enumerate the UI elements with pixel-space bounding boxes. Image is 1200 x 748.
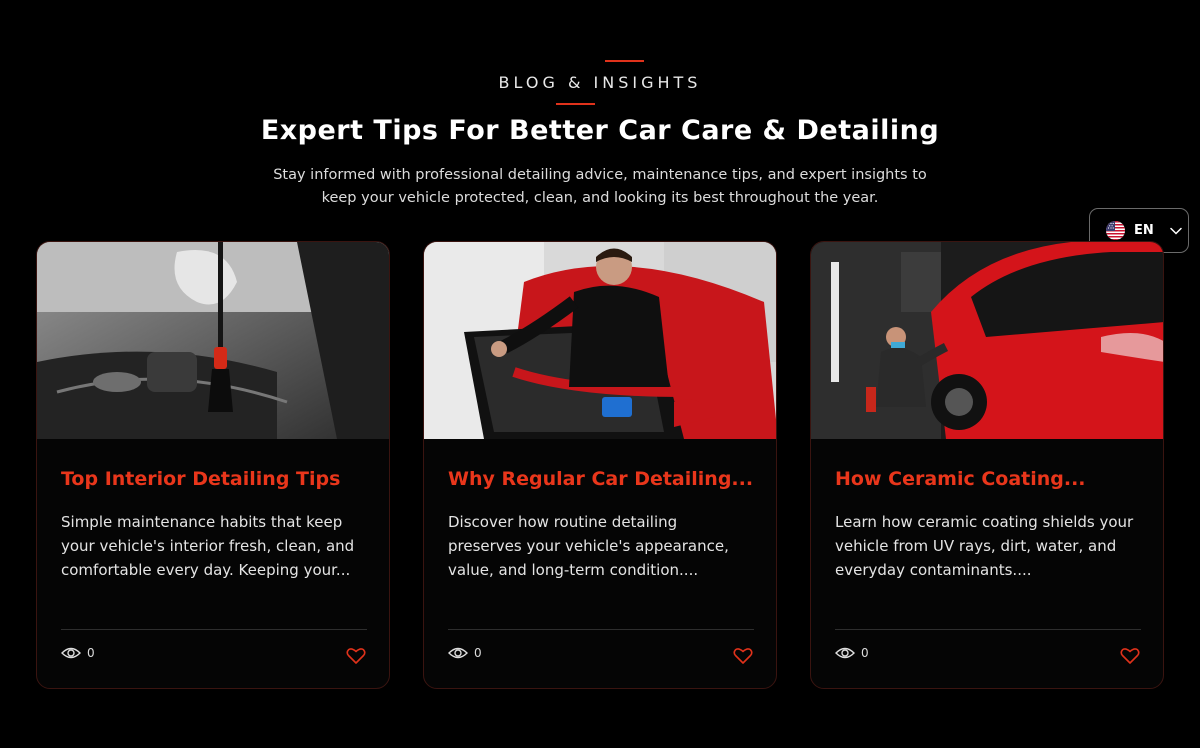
views-count: 0: [861, 646, 869, 660]
card-divider: [835, 629, 1141, 630]
views-counter: 0: [61, 646, 95, 660]
card-title[interactable]: Why Regular Car Detailing...: [448, 468, 758, 490]
subtitle-line-1: Stay informed with professional detailin…: [273, 167, 927, 183]
card-divider: [448, 629, 754, 630]
section-eyebrow: BLOG & INSIGHTS: [498, 73, 702, 92]
views-count: 0: [87, 646, 95, 660]
card-description: Discover how routine detailing preserves…: [448, 513, 729, 579]
card-description: Simple maintenance habits that keep your…: [61, 513, 355, 579]
eye-icon: [448, 647, 468, 659]
eye-icon: [61, 647, 81, 659]
card-title[interactable]: Top Interior Detailing Tips: [61, 468, 371, 490]
us-flag-icon: [1106, 221, 1125, 240]
eye-icon: [835, 647, 855, 659]
views-counter: 0: [835, 646, 869, 660]
heart-icon[interactable]: [1119, 645, 1141, 667]
language-label: EN: [1134, 223, 1154, 238]
subtitle-line-2: keep your vehicle protected, clean, and …: [321, 190, 879, 206]
interior-brush-photo[interactable]: [37, 242, 389, 439]
views-counter: 0: [448, 646, 482, 660]
views-count: 0: [474, 646, 482, 660]
section-subtitle: Stay informed with professional detailin…: [260, 164, 940, 210]
card-description: Learn how ceramic coating shields your v…: [835, 513, 1134, 579]
card-title[interactable]: How Ceramic Coating...: [835, 468, 1145, 490]
heart-icon[interactable]: [732, 645, 754, 667]
eyebrow-bottom-accent-line: [556, 103, 595, 105]
eyebrow-top-accent-line: [605, 60, 644, 62]
door-cleaning-photo[interactable]: [424, 242, 776, 439]
chevron-down-icon: [1170, 227, 1182, 235]
blog-card-ceramic-coating[interactable]: How Ceramic Coating... Learn how ceramic…: [810, 241, 1164, 689]
section-title: Expert Tips For Better Car Care & Detail…: [260, 115, 940, 146]
blog-card-interior-tips[interactable]: Top Interior Detailing Tips Simple maint…: [36, 241, 390, 689]
card-divider: [61, 629, 367, 630]
heart-icon[interactable]: [345, 645, 367, 667]
ceramic-coating-photo[interactable]: [811, 242, 1163, 439]
blog-card-regular-detailing[interactable]: Why Regular Car Detailing... Discover ho…: [423, 241, 777, 689]
